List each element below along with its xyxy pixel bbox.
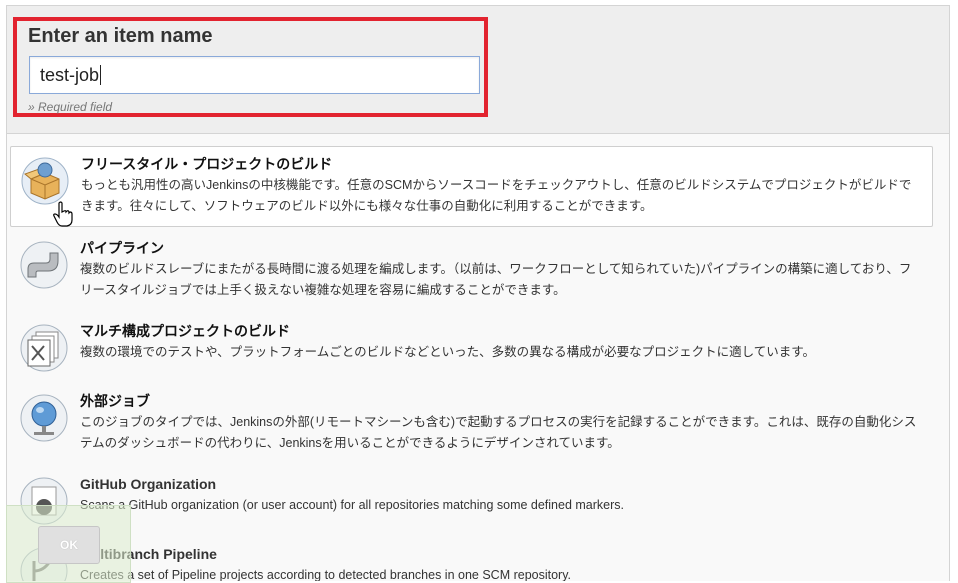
hand-cursor-icon: [53, 201, 73, 227]
text-caret: [100, 65, 102, 85]
item-title: マルチ構成プロジェクトのビルド: [80, 323, 290, 339]
item-description: 複数のビルドスレーブにまたがる長時間に渡る処理を編成します。（以前は、ワークフロ…: [80, 262, 912, 297]
item-description: このジョブのタイプでは、Jenkinsの外部(リモートマシーンも含む)で起動する…: [80, 415, 917, 450]
item-type-multibranch-pipeline[interactable]: Multibranch Pipeline Creates a set of Pi…: [10, 537, 933, 581]
ok-button-bar: OK: [6, 505, 131, 583]
item-description: 複数の環境でのテストや、プラットフォームごとのビルドなどといった、多数の異なる構…: [80, 345, 816, 359]
item-name-input[interactable]: test-job: [29, 56, 480, 94]
item-type-multi-configuration[interactable]: マルチ構成プロジェクトのビルド 複数の環境でのテストや、プラットフォームごとのビ…: [10, 314, 933, 372]
item-type-pipeline[interactable]: パイプライン 複数のビルドスレーブにまたがる長時間に渡る処理を編成します。（以前…: [10, 231, 933, 311]
item-type-github-organization[interactable]: GitHub Organization Scans a GitHub organ…: [10, 467, 933, 525]
item-title: フリースタイル・プロジェクトのビルド: [81, 156, 333, 172]
item-title: Multibranch Pipeline: [80, 546, 217, 562]
item-name-label: Enter an item name: [28, 25, 213, 47]
item-description: もっとも汎用性の高いJenkinsの中核機能です。任意のSCMからソースコードを…: [81, 178, 912, 213]
external-job-icon: [20, 394, 68, 442]
multi-configuration-icon: [20, 324, 68, 372]
item-description: Scans a GitHub organization (or user acc…: [80, 498, 625, 512]
item-title: GitHub Organization: [80, 476, 217, 492]
ok-button[interactable]: OK: [38, 526, 100, 564]
item-title: 外部ジョブ: [80, 393, 150, 409]
item-type-freestyle[interactable]: フリースタイル・プロジェクトのビルド もっとも汎用性の高いJenkinsの中核機…: [10, 146, 933, 227]
freestyle-project-icon: [21, 157, 69, 205]
item-type-external-job[interactable]: 外部ジョブ このジョブのタイプでは、Jenkinsの外部(リモートマシーンも含む…: [10, 384, 933, 462]
item-name-header: Enter an item name test-job » Required f…: [7, 6, 949, 134]
item-name-highlight-box: Enter an item name test-job » Required f…: [13, 17, 488, 117]
pipeline-icon: [20, 241, 68, 289]
item-title: パイプライン: [80, 240, 164, 256]
item-description: Creates a set of Pipeline projects accor…: [80, 568, 572, 581]
required-field-note: » Required field: [28, 100, 113, 114]
